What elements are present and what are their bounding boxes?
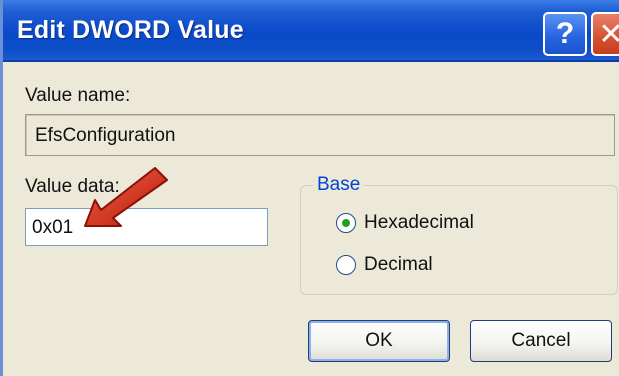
radio-hexadecimal[interactable]: Hexadecimal bbox=[336, 212, 474, 234]
window-title: Edit DWORD Value bbox=[17, 16, 244, 44]
cancel-button[interactable]: Cancel bbox=[470, 320, 612, 362]
close-button[interactable]: ✕ bbox=[591, 12, 619, 56]
radio-decimal[interactable]: Decimal bbox=[336, 254, 433, 276]
help-icon: ? bbox=[555, 17, 575, 50]
red-arrow-icon bbox=[84, 167, 168, 227]
radio-unselected-icon[interactable] bbox=[336, 255, 356, 275]
title-bar[interactable]: Edit DWORD Value ? ✕ bbox=[3, 0, 619, 62]
value-name-label: Value name: bbox=[25, 85, 131, 106]
base-groupbox bbox=[300, 185, 618, 295]
close-icon: ✕ bbox=[598, 17, 619, 51]
ok-button[interactable]: OK bbox=[308, 320, 450, 362]
edit-dword-dialog: Edit DWORD Value ? ✕ Value name: EfsConf… bbox=[0, 0, 619, 376]
help-button[interactable]: ? bbox=[543, 12, 587, 56]
radio-selected-icon[interactable] bbox=[336, 213, 356, 233]
base-group-label: Base bbox=[313, 174, 365, 196]
radio-decimal-label: Decimal bbox=[364, 254, 433, 275]
value-name-field: EfsConfiguration bbox=[25, 114, 615, 156]
radio-hexadecimal-label: Hexadecimal bbox=[364, 212, 474, 233]
